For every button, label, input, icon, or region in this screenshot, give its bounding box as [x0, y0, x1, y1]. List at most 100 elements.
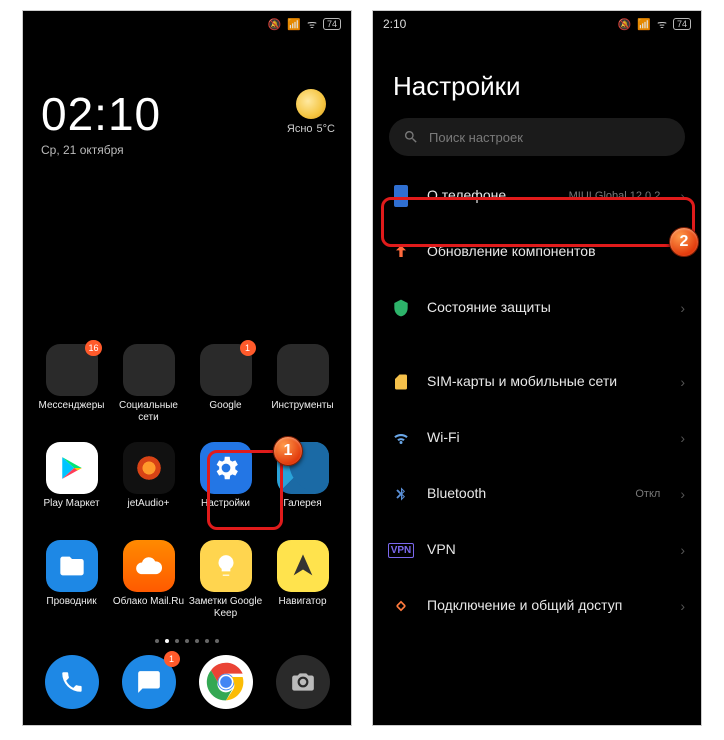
share-icon	[389, 594, 413, 618]
item-label: О телефоне	[427, 187, 555, 205]
folder-google[interactable]: 1 Google	[187, 344, 264, 424]
battery-indicator: 74	[323, 18, 341, 30]
signal-icon: 📶	[637, 18, 651, 31]
chevron-right-icon: ›	[680, 300, 685, 316]
phone-info-icon	[389, 184, 413, 208]
app-label: Инструменты	[271, 400, 333, 424]
annotation-marker-1: 1	[273, 436, 303, 466]
app-mailru-cloud[interactable]: Облако Mail.Ru	[110, 540, 187, 620]
settings-item-connection-sharing[interactable]: Подключение и общий доступ ›	[373, 578, 701, 634]
signal-icon: 📶	[287, 18, 301, 31]
bluetooth-icon	[389, 482, 413, 506]
weather-condition: Ясно	[287, 123, 313, 135]
cloud-icon	[123, 540, 175, 592]
chevron-right-icon: ›	[680, 430, 685, 446]
folder-icon: 1	[200, 344, 252, 396]
settings-item-bluetooth[interactable]: Bluetooth Откл ›	[373, 466, 701, 522]
chrome-app[interactable]	[199, 655, 253, 709]
mute-icon: 🔕	[618, 18, 632, 31]
item-label: Подключение и общий доступ	[427, 597, 666, 615]
gear-icon	[200, 442, 252, 494]
app-label: Настройки	[201, 498, 250, 522]
app-label: jetAudio+	[128, 498, 170, 522]
status-bar: 🔕 📶 ᯤ 74	[23, 11, 351, 37]
status-time: 2:10	[383, 17, 406, 31]
app-label: Google	[209, 400, 241, 424]
page-title: Настройки	[373, 37, 701, 118]
clock-date: Ср, 21 октября	[41, 143, 333, 157]
badge: 1	[240, 340, 256, 356]
item-label: SIM-карты и мобильные сети	[427, 373, 666, 391]
battery-indicator: 74	[673, 18, 691, 30]
sun-icon	[296, 89, 326, 119]
annotation-marker-2: 2	[669, 227, 699, 257]
item-label: VPN	[427, 541, 666, 559]
app-jetaudio[interactable]: jetAudio+	[110, 442, 187, 522]
app-play-market[interactable]: Play Маркет	[33, 442, 110, 522]
lightbulb-icon	[200, 540, 252, 592]
app-label: Проводник	[46, 596, 96, 620]
play-store-icon	[46, 442, 98, 494]
chevron-right-icon: ›	[680, 542, 685, 558]
home-screen-frame: 🔕 📶 ᯤ 74 02:10 Ср, 21 октября Ясно 5°C 1…	[22, 10, 352, 726]
app-label: Заметки Google Keep	[187, 596, 264, 620]
jetaudio-icon	[123, 442, 175, 494]
folder-icon	[277, 344, 329, 396]
settings-item-security-status[interactable]: Состояние защиты ›	[373, 280, 701, 336]
settings-item-sim[interactable]: SIM-карты и мобильные сети ›	[373, 354, 701, 410]
settings-item-component-update[interactable]: Обновление компонентов ›	[373, 224, 701, 280]
app-file-manager[interactable]: Проводник	[33, 540, 110, 620]
chevron-right-icon: ›	[680, 486, 685, 502]
settings-item-about-phone[interactable]: О телефоне MIUI Global 12.0.2 ›	[373, 168, 701, 224]
item-label: Обновление компонентов	[427, 243, 666, 261]
app-settings[interactable]: Настройки	[187, 442, 264, 522]
badge: 1	[164, 651, 180, 667]
settings-screen-frame: 2:10 🔕 📶 ᯤ 74 Настройки Поиск настроек О…	[372, 10, 702, 726]
app-label: Play Маркет	[43, 498, 99, 522]
app-navigator[interactable]: Навигатор	[264, 540, 341, 620]
item-label: Bluetooth	[427, 485, 621, 503]
mute-icon: 🔕	[268, 18, 282, 31]
folder-file-icon	[46, 540, 98, 592]
update-icon	[389, 240, 413, 264]
folder-icon	[123, 344, 175, 396]
weather-widget[interactable]: Ясно 5°C	[287, 89, 335, 135]
item-label: Состояние защиты	[427, 299, 666, 317]
settings-search[interactable]: Поиск настроек	[389, 118, 685, 156]
search-icon	[403, 129, 419, 145]
app-label: Галерея	[283, 498, 321, 522]
settings-item-wifi[interactable]: Wi-Fi ›	[373, 410, 701, 466]
page-indicator	[23, 639, 351, 643]
shield-icon	[389, 296, 413, 320]
phone-app[interactable]	[45, 655, 99, 709]
navigation-arrow-icon	[277, 540, 329, 592]
settings-item-vpn[interactable]: VPN VPN ›	[373, 522, 701, 578]
folder-messengers[interactable]: 16 Мессенджеры	[33, 344, 110, 424]
dock: 1	[23, 655, 351, 713]
app-label: Социальные сети	[110, 400, 187, 424]
weather-temp: 5°C	[317, 123, 335, 135]
wifi-icon: ᯤ	[657, 17, 667, 32]
app-google-keep[interactable]: Заметки Google Keep	[187, 540, 264, 620]
wifi-icon	[389, 426, 413, 450]
sim-icon	[389, 370, 413, 394]
chevron-right-icon: ›	[680, 598, 685, 614]
wifi-icon: ᯤ	[307, 17, 317, 32]
app-grid: 16 Мессенджеры Социальные сети 1 Google	[23, 344, 351, 620]
search-placeholder: Поиск настроек	[429, 130, 523, 145]
camera-app[interactable]	[276, 655, 330, 709]
app-label: Мессенджеры	[39, 400, 105, 424]
messages-app[interactable]: 1	[122, 655, 176, 709]
folder-icon: 16	[46, 344, 98, 396]
app-label: Навигатор	[278, 596, 326, 620]
app-label: Облако Mail.Ru	[113, 596, 184, 620]
chevron-right-icon: ›	[680, 374, 685, 390]
item-sublabel: MIUI Global 12.0.2	[569, 190, 661, 202]
vpn-icon: VPN	[389, 538, 413, 562]
folder-tools[interactable]: Инструменты	[264, 344, 341, 424]
status-bar: 2:10 🔕 📶 ᯤ 74	[373, 11, 701, 37]
chevron-right-icon: ›	[680, 188, 685, 204]
folder-social[interactable]: Социальные сети	[110, 344, 187, 424]
badge: 16	[85, 340, 101, 356]
settings-list: О телефоне MIUI Global 12.0.2 › Обновлен…	[373, 168, 701, 634]
